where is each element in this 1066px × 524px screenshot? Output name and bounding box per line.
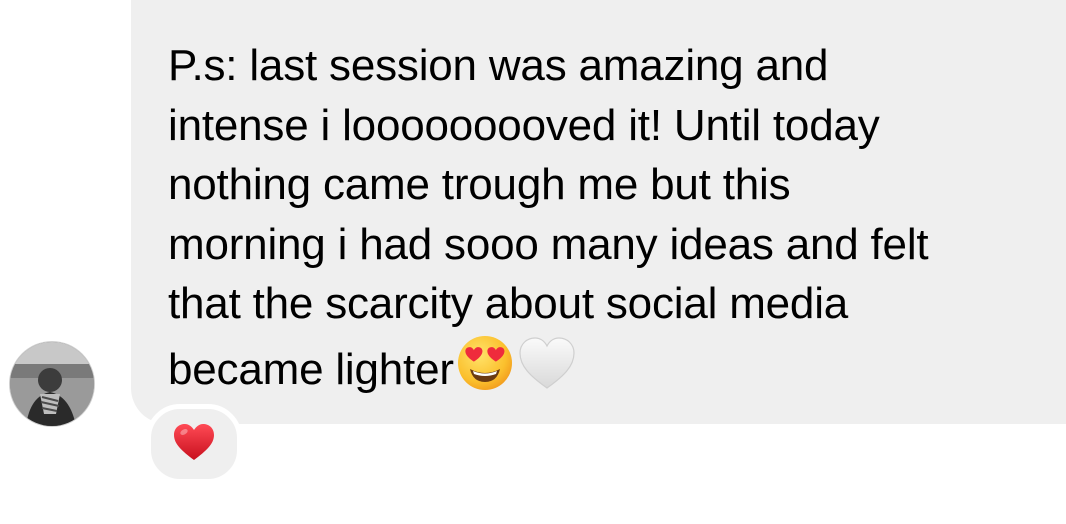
message-line: that the scarcity about social media [168, 279, 849, 328]
message-line: morning i had sooo many ideas and felt [168, 219, 929, 269]
white-heart-icon [516, 334, 578, 392]
message-line: P.s: last session was amazing and [168, 41, 829, 90]
message-line: became lighter [168, 344, 454, 394]
chat-view: P.s: last session was amazing and intense… [0, 0, 1066, 524]
avatar[interactable] [10, 342, 94, 426]
reaction-badge[interactable] [146, 404, 242, 484]
heart-eyes-icon [456, 334, 514, 392]
message-line: nothing came trough me but this [168, 160, 791, 209]
red-heart-icon [172, 422, 216, 467]
message-line: intense i looooooooved it! Until today [168, 100, 880, 150]
message-text: P.s: last session was amazing and intense… [168, 36, 1048, 399]
